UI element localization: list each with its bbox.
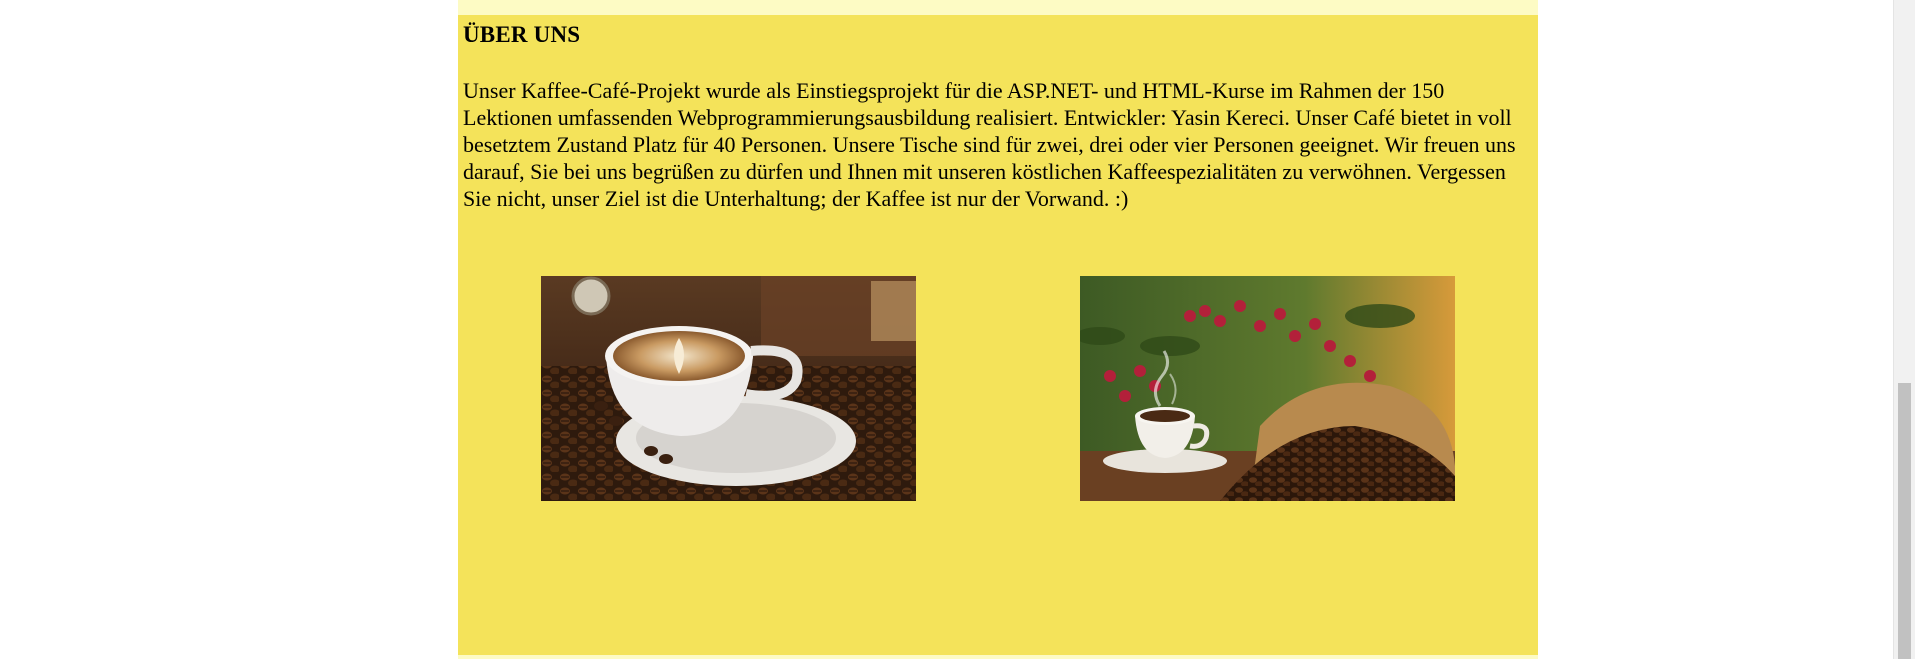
- about-title: ÜBER UNS: [463, 22, 581, 47]
- vertical-scrollbar[interactable]: [1893, 0, 1915, 659]
- coffee-cup-beans-sack-photo: [1080, 276, 1455, 501]
- page: ÜBER UNS Unser Kaffee-Café-Projekt wurde…: [0, 0, 1915, 659]
- scrollbar-thumb[interactable]: [1898, 383, 1911, 659]
- about-text: Unser Kaffee-Café-Projekt wurde als Eins…: [463, 78, 1516, 211]
- latte-art-cup-photo: [541, 276, 916, 501]
- about-section: ÜBER UNS Unser Kaffee-Café-Projekt wurde…: [458, 15, 1538, 655]
- images-row: [458, 276, 1538, 501]
- bottom-strip: [458, 655, 1538, 659]
- top-strip: [458, 0, 1538, 15]
